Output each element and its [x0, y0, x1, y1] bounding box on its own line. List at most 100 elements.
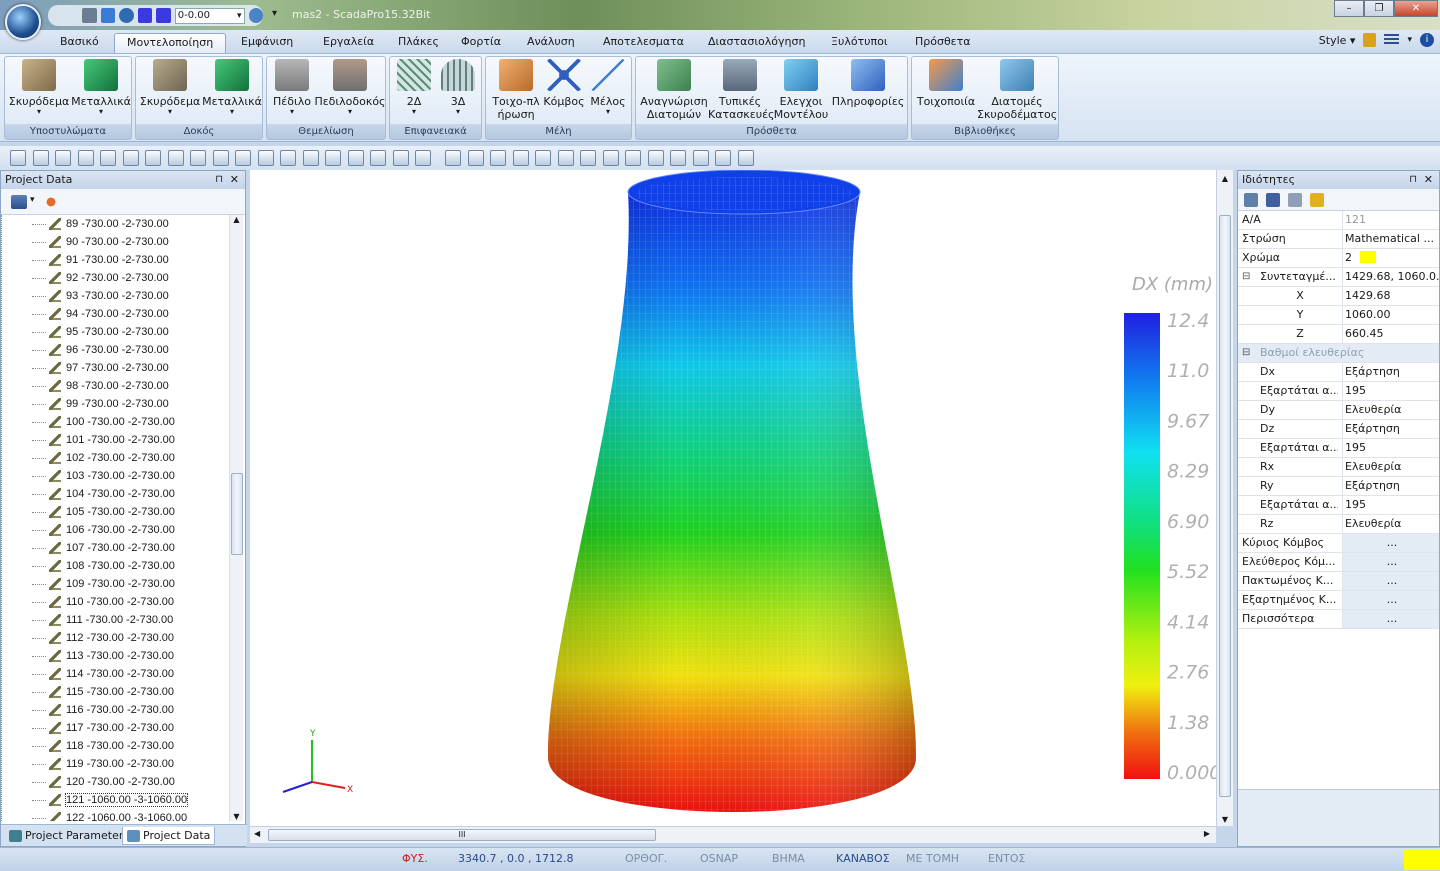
- member-button[interactable]: Μέλος ▾: [586, 59, 630, 116]
- property-value[interactable]: Εξάρτηση: [1342, 477, 1439, 495]
- property-value[interactable]: 2: [1342, 249, 1439, 267]
- tree-node-item[interactable]: 89 -730.00 -2-730.00: [2, 215, 229, 233]
- property-value[interactable]: Ελευθερία: [1342, 458, 1439, 476]
- tree-node-item[interactable]: 91 -730.00 -2-730.00: [2, 251, 229, 269]
- tree-node-item[interactable]: 101 -730.00 -2-730.00: [2, 431, 229, 449]
- property-value[interactable]: 1429.68, 1060.0...: [1342, 268, 1439, 286]
- property-row[interactable]: Z 660.45: [1238, 325, 1439, 344]
- tab-apotelesmata[interactable]: Αποτελεσματα: [591, 33, 696, 53]
- sort-az-icon[interactable]: [1266, 193, 1280, 207]
- tree-node-item[interactable]: 111 -730.00 -2-730.00: [2, 611, 229, 629]
- viewport-hscrollbar[interactable]: ◀ III ▶: [250, 826, 1216, 843]
- tree-scrollbar[interactable]: ▲ ▼: [229, 215, 243, 821]
- model-checks-button[interactable]: Ελεγχοι Μοντέλου: [772, 59, 830, 121]
- cooling-tower-model[interactable]: [547, 169, 917, 812]
- style-menu[interactable]: Style ▾: [1319, 34, 1356, 47]
- zoom-window-icon[interactable]: [445, 150, 461, 166]
- qat-menu-icon[interactable]: ▾: [272, 8, 277, 19]
- categorized-icon[interactable]: [1244, 193, 1258, 207]
- property-value[interactable]: ...: [1342, 572, 1439, 590]
- beam-steel-button[interactable]: Μεταλλικά ▾: [201, 59, 263, 116]
- viewport-vscroll-thumb[interactable]: [1219, 215, 1231, 797]
- property-row[interactable]: Κύριος Κόμβος...: [1238, 534, 1439, 553]
- cross-icon[interactable]: [167, 150, 184, 166]
- close-icon[interactable]: ✕: [1424, 171, 1433, 189]
- perpendicular-icon[interactable]: [77, 150, 94, 166]
- close-icon[interactable]: ✕: [230, 171, 239, 189]
- information-button[interactable]: Πληροφορίες: [830, 59, 906, 108]
- status-grid[interactable]: ΚΑΝΑΒΟΣ: [836, 852, 890, 865]
- extend-icon[interactable]: [257, 150, 274, 166]
- lock-icon[interactable]: [1363, 33, 1377, 47]
- scroll-up-icon[interactable]: ▲: [230, 215, 243, 224]
- property-pages-icon[interactable]: [1288, 193, 1302, 207]
- property-row[interactable]: Περισσότερα...: [1238, 610, 1439, 629]
- property-value[interactable]: Εξάρτηση: [1342, 420, 1439, 438]
- property-value[interactable]: 195: [1342, 496, 1439, 514]
- property-row[interactable]: Α/Α 121: [1238, 211, 1439, 230]
- print-icon[interactable]: [82, 8, 97, 23]
- section-recognition-button[interactable]: Αναγνώριση Διατομών: [638, 59, 710, 121]
- trim-icon[interactable]: [235, 150, 251, 166]
- tree-node-item[interactable]: 114 -730.00 -2-730.00: [2, 665, 229, 683]
- property-value[interactable]: ...: [1342, 591, 1439, 609]
- arc-icon[interactable]: [55, 150, 71, 166]
- tab-analysi[interactable]: Ανάλυση: [515, 33, 587, 53]
- property-value[interactable]: Ελευθερία: [1342, 401, 1439, 419]
- property-row[interactable]: ⊟ Συντεταγμέ... 1429.68, 1060.0...: [1238, 268, 1439, 287]
- typical-structures-button[interactable]: Τυπικές Κατασκευές: [708, 59, 775, 121]
- pen-icon[interactable]: [415, 150, 431, 166]
- tree-node-item[interactable]: 93 -730.00 -2-730.00: [2, 287, 229, 305]
- property-value[interactable]: 1429.68: [1342, 287, 1439, 305]
- dimension-icon[interactable]: [190, 150, 206, 166]
- tree-node-item[interactable]: 95 -730.00 -2-730.00: [2, 323, 229, 341]
- property-row[interactable]: Ry Εξάρτηση: [1238, 477, 1439, 496]
- tab-fortia[interactable]: Φορτία: [449, 33, 513, 53]
- zoom-in-icon[interactable]: [467, 150, 484, 166]
- property-value[interactable]: Εξάρτηση: [1342, 363, 1439, 381]
- tree-node-item[interactable]: 92 -730.00 -2-730.00: [2, 269, 229, 287]
- events-icon[interactable]: [1310, 193, 1324, 207]
- snap-icon[interactable]: [347, 150, 364, 166]
- property-row[interactable]: Χρώμα 2: [1238, 249, 1439, 268]
- property-value[interactable]: ...: [1342, 534, 1439, 552]
- tree-node-item[interactable]: 96 -730.00 -2-730.00: [2, 341, 229, 359]
- property-value[interactable]: 195: [1342, 439, 1439, 457]
- tree-node-item[interactable]: 120 -730.00 -2-730.00: [2, 773, 229, 791]
- options-dropdown-icon[interactable]: ▾: [1407, 35, 1412, 45]
- scroll-up-icon[interactable]: ▲: [1217, 174, 1233, 183]
- beam-concrete-button[interactable]: Σκυρόδεμα ▾: [139, 59, 201, 116]
- select-icon[interactable]: [647, 150, 664, 166]
- arrow-down-icon[interactable]: [156, 8, 171, 23]
- surface-2d-button[interactable]: 2Δ ▾: [393, 59, 435, 116]
- target-icon[interactable]: [122, 150, 139, 166]
- tree-node-item[interactable]: 104 -730.00 -2-730.00: [2, 485, 229, 503]
- tree-node-item[interactable]: 99 -730.00 -2-730.00: [2, 395, 229, 413]
- tab-ergaleia[interactable]: Εργαλεία: [311, 33, 386, 53]
- abs-icon[interactable]: [302, 150, 319, 166]
- layer-icon[interactable]: [392, 150, 409, 166]
- property-row[interactable]: Rx Ελευθερία: [1238, 458, 1439, 477]
- tree-node-item[interactable]: 112 -730.00 -2-730.00: [2, 629, 229, 647]
- tab-vasiko[interactable]: Βασικό: [48, 33, 111, 53]
- checkbox-icon[interactable]: [625, 150, 641, 166]
- cancel-icon[interactable]: [737, 150, 754, 166]
- property-value[interactable]: 660.45: [1342, 325, 1439, 343]
- property-row[interactable]: Εξαρτάται α... 195: [1238, 382, 1439, 401]
- property-row[interactable]: Dz Εξάρτηση: [1238, 420, 1439, 439]
- property-row[interactable]: Στρώση Mathematical ...: [1238, 230, 1439, 249]
- tree-node-item[interactable]: 105 -730.00 -2-730.00: [2, 503, 229, 521]
- property-row[interactable]: Dx Εξάρτηση: [1238, 363, 1439, 382]
- tree-node-item[interactable]: 97 -730.00 -2-730.00: [2, 359, 229, 377]
- scroll-down-icon[interactable]: ▼: [1217, 815, 1233, 824]
- property-value[interactable]: 121: [1342, 211, 1439, 229]
- circle-icon[interactable]: [100, 150, 116, 166]
- node-button[interactable]: Κόμβος: [542, 59, 586, 108]
- status-ortho[interactable]: ΟΡΘΟΓ.: [625, 852, 667, 865]
- parallel-icon[interactable]: [212, 150, 229, 166]
- arrow-up-icon[interactable]: [137, 8, 153, 23]
- property-row[interactable]: Y 1060.00: [1238, 306, 1439, 325]
- tab-diastasiologisi[interactable]: Διαστασιολόγηση: [696, 33, 817, 53]
- tree-node-item[interactable]: 102 -730.00 -2-730.00: [2, 449, 229, 467]
- tree-node-item[interactable]: 113 -730.00 -2-730.00: [2, 647, 229, 665]
